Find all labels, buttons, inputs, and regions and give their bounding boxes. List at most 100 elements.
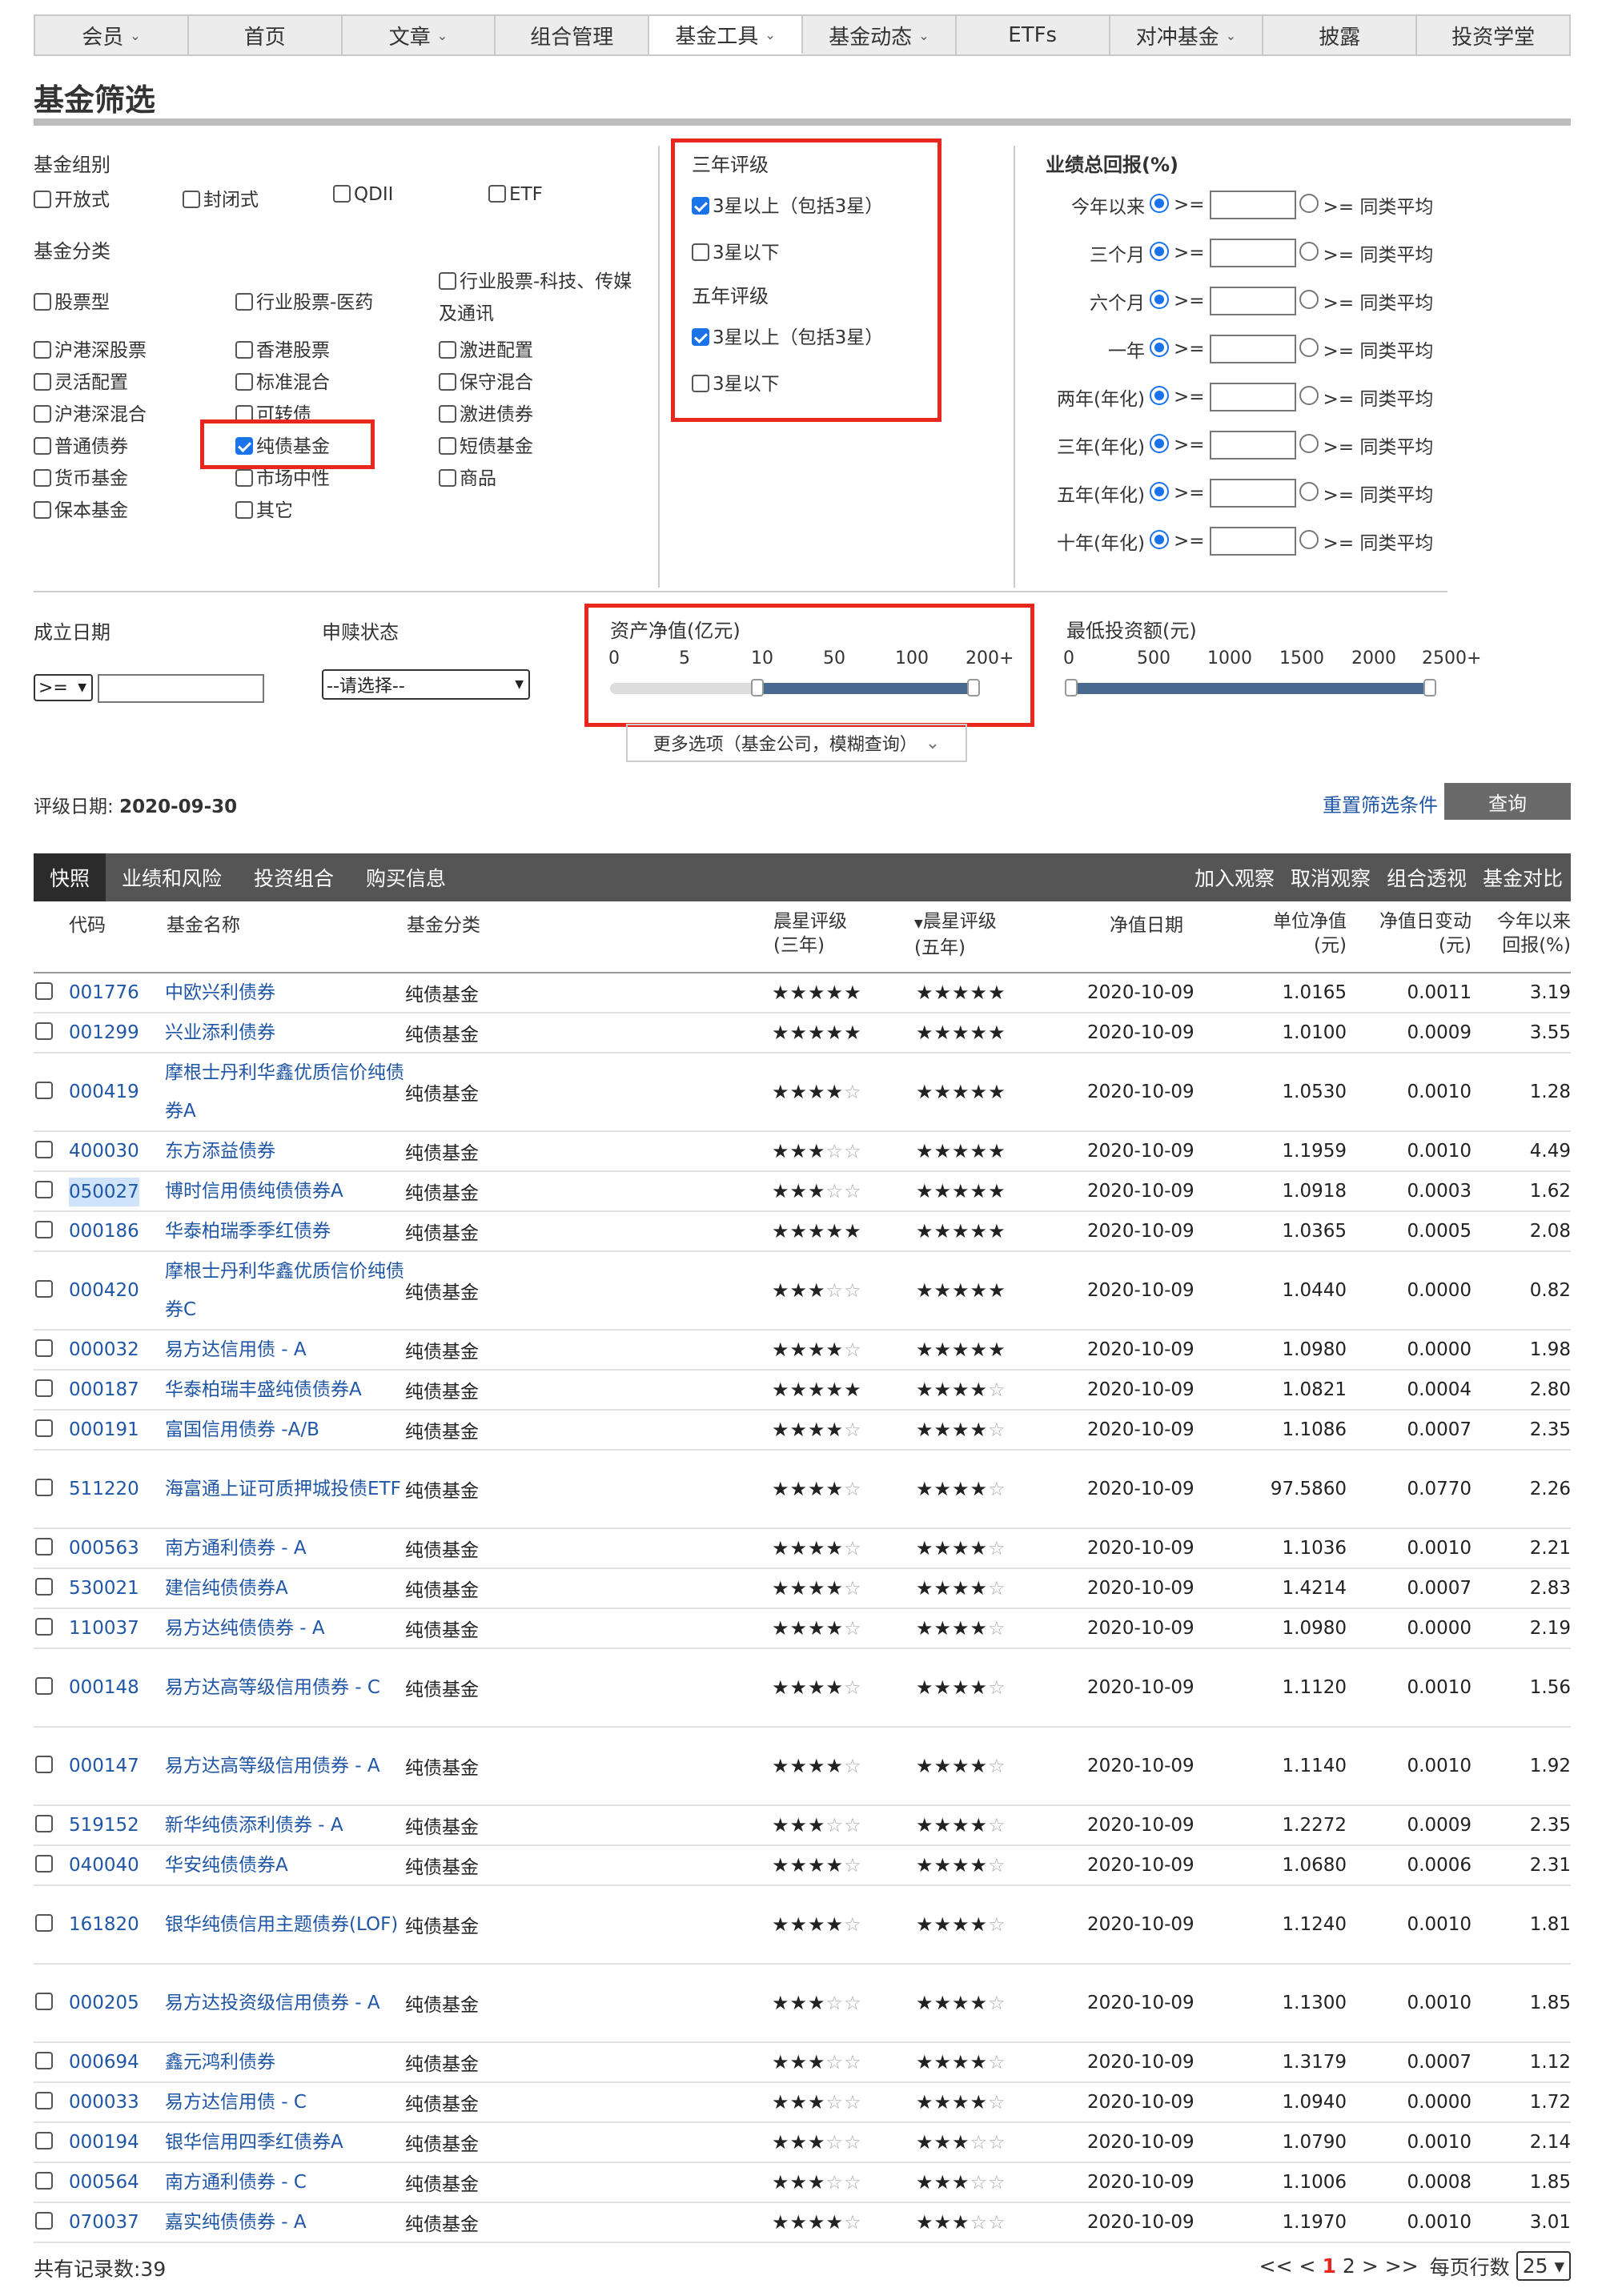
nav-tab[interactable]: 投资学堂 [1417,16,1569,54]
fund-category-option[interactable]: 普通债券 [34,431,128,458]
aum-slider-min-handle[interactable] [751,679,764,696]
fund-code-link[interactable]: 040040 [69,1846,139,1885]
result-action-link[interactable]: 基金对比 [1475,863,1571,892]
nav-tab[interactable]: ETFs [956,16,1110,54]
fund-code-link[interactable]: 050027 [69,1178,139,1206]
fund-name-link[interactable]: 银华纯债信用主题债券(LOF) [165,1886,405,1963]
checkbox[interactable] [333,184,351,203]
checkbox[interactable] [439,372,456,391]
fund-category-option[interactable]: 保守混合 [439,367,533,394]
page-link[interactable]: < [1299,2254,1316,2278]
fund-name-link[interactable]: 东方添益债券 [165,1132,405,1170]
query-button[interactable]: 查询 [1444,783,1571,820]
fund-code-link[interactable]: 161820 [69,1886,139,1963]
fund-name-link[interactable]: 新华纯债添利债券 - A [165,1806,405,1844]
checkbox[interactable] [439,404,456,423]
fund-category-option[interactable]: 标准混合 [235,367,330,394]
result-tab[interactable]: 业绩和风险 [106,853,238,901]
col-name[interactable]: 基金名称 [167,909,240,937]
perf-value-input[interactable] [1209,383,1296,411]
checkbox[interactable] [34,468,51,487]
page-link[interactable]: > [1362,2254,1379,2278]
checkbox[interactable] [34,340,51,359]
fund-name-link[interactable]: 海富通上证可质押城投债ETF [165,1451,405,1527]
fund-code-link[interactable]: 000694 [69,2043,139,2081]
row-checkbox[interactable] [35,2132,53,2149]
perf-radio-value[interactable] [1150,482,1169,501]
checkbox[interactable] [692,196,709,215]
perf-radio-average[interactable] [1299,434,1319,453]
perf-value-input[interactable] [1209,479,1296,508]
checkbox[interactable] [34,190,51,208]
fund-category-option[interactable]: 短债基金 [439,431,533,458]
row-checkbox[interactable] [35,1677,53,1695]
fund-name-link[interactable]: 博时信用债纯债债券A [165,1172,405,1210]
perf-radio-average[interactable] [1299,242,1319,261]
checkbox[interactable] [439,468,456,487]
fund-code-link[interactable]: 001299 [69,1014,139,1052]
row-checkbox[interactable] [35,2092,53,2109]
fund-category-option[interactable]: 激进债券 [439,399,533,426]
perf-radio-value[interactable] [1150,194,1169,213]
perf-radio-value[interactable] [1150,242,1169,261]
checkbox[interactable] [34,500,51,519]
result-tab[interactable]: 购买信息 [350,853,462,901]
checkbox[interactable] [183,190,200,208]
col-nav-date[interactable]: 净值日期 [1110,909,1183,937]
fund-code-link[interactable]: 000205 [69,1965,139,2041]
row-checkbox[interactable] [35,1141,53,1158]
row-checkbox[interactable] [35,1855,53,1873]
checkbox[interactable] [439,436,456,455]
fund-category-option[interactable]: 激进配置 [439,335,533,362]
fund-name-link[interactable]: 易方达投资级信用债券 - A [165,1965,405,2041]
nav-tab[interactable]: 会员 ⌄ [35,16,189,54]
fund-name-link[interactable]: 银华信用四季红债券A [165,2123,405,2162]
perf-value-input[interactable] [1209,335,1296,363]
fund-code-link[interactable]: 000420 [69,1252,139,1329]
perf-radio-value[interactable] [1150,290,1169,309]
fund-code-link[interactable]: 000564 [69,2163,139,2202]
fund-code-link[interactable]: 000194 [69,2123,139,2162]
checkbox[interactable] [235,372,253,391]
checkbox[interactable] [692,374,709,392]
perf-value-input[interactable] [1209,431,1296,460]
checkbox[interactable] [488,184,506,203]
col-code[interactable]: 代码 [69,909,106,937]
perf-value-input[interactable] [1209,191,1296,219]
fund-category-option[interactable]: 货币基金 [34,463,128,490]
perf-radio-average[interactable] [1299,290,1319,309]
result-action-link[interactable]: 加入观察 [1186,863,1283,892]
checkbox[interactable] [235,292,253,311]
checkbox[interactable] [439,271,456,290]
checkbox[interactable] [34,372,51,391]
perf-value-input[interactable] [1209,527,1296,556]
aum-slider-max-handle[interactable] [967,679,980,696]
col-nav-change[interactable]: 净值日变动 (元) [1379,909,1472,957]
row-checkbox[interactable] [35,1339,53,1357]
row-checkbox[interactable] [35,1914,53,1932]
fund-category-option[interactable]: 沪港深股票 [34,335,147,362]
fund-name-link[interactable]: 摩根士丹利华鑫优质信价纯债券A [165,1054,405,1130]
fund-name-link[interactable]: 南方通利债券 - C [165,2163,405,2202]
row-checkbox[interactable] [35,1221,53,1238]
fund-name-link[interactable]: 中欧兴利债券 [165,973,405,1012]
result-tab[interactable]: 投资组合 [238,853,350,901]
nav-tab[interactable]: 基金工具 ⌄ [649,16,803,54]
fund-code-link[interactable]: 110037 [69,1609,139,1648]
fund-category-option[interactable]: 行业股票-医药 [235,287,373,314]
rating3-option[interactable]: 3星以下 [692,237,780,264]
perf-radio-average[interactable] [1299,386,1319,405]
fund-code-link[interactable]: 511220 [69,1451,139,1527]
fund-category-option[interactable]: 股票型 [34,287,110,314]
rating3-option[interactable]: 3星以上（包括3星） [692,191,883,218]
fund-name-link[interactable]: 易方达信用债 - C [165,2083,405,2121]
fund-code-link[interactable]: 519152 [69,1806,139,1844]
fund-name-link[interactable]: 建信纯债债券A [165,1569,405,1608]
fund-name-link[interactable]: 华安纯债债券A [165,1846,405,1885]
row-checkbox[interactable] [35,1181,53,1198]
fund-code-link[interactable]: 000187 [69,1371,139,1409]
fund-name-link[interactable]: 南方通利债券 - A [165,1529,405,1567]
checkbox[interactable] [34,292,51,311]
fund-code-link[interactable]: 400030 [69,1132,139,1170]
fund-category-option[interactable]: 保本基金 [34,495,128,522]
